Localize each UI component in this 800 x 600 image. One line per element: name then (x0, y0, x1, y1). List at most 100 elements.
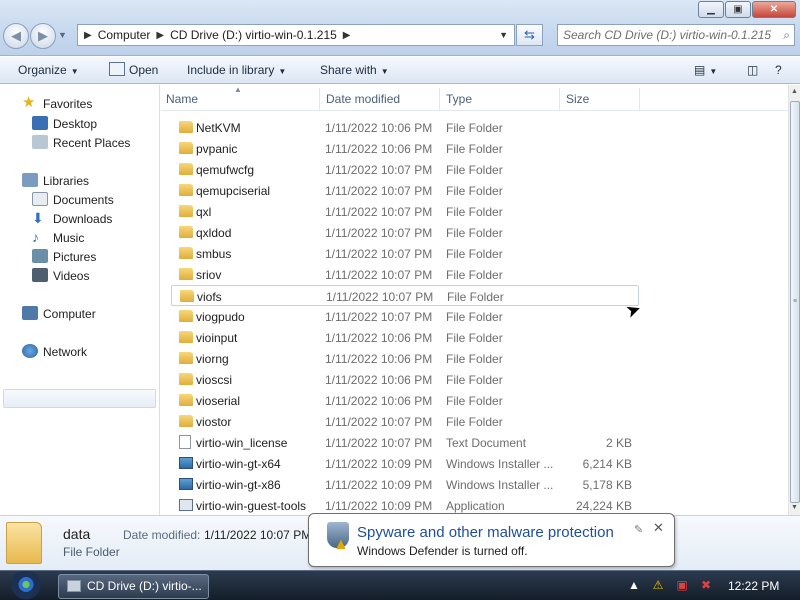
notification-balloon[interactable]: ▲ Spyware and other malware protection W… (308, 513, 675, 567)
file-list: ▲ Name Date modified Type Size NetKVM 1/1… (161, 85, 788, 515)
system-tray: ▲ ⚠ ▣ ✖ (626, 577, 714, 593)
start-button[interactable] (8, 571, 44, 600)
nav-item-downloads[interactable]: Downloads (53, 212, 112, 226)
address-bar[interactable]: ▶ Computer ▶ CD Drive (D:) virtio-win-0.… (77, 24, 515, 46)
column-divider[interactable] (559, 88, 560, 110)
help-button[interactable]: ? (775, 63, 782, 77)
close-button[interactable]: ✕ (752, 1, 796, 18)
details-date-value: 1/11/2022 10:07 PM (204, 528, 312, 542)
file-row[interactable]: pvpanic 1/11/2022 10:06 PM File Folder (171, 138, 639, 159)
column-divider[interactable] (319, 88, 320, 110)
scrollbar-thumb[interactable]: ≡ (790, 101, 800, 503)
nav-item-network[interactable]: Network (43, 345, 87, 359)
file-row[interactable]: virtio-win-guest-tools 1/11/2022 10:09 PM… (171, 495, 639, 515)
file-row[interactable]: vioscsi 1/11/2022 10:06 PM File Folder (171, 369, 639, 390)
folder-icon (179, 415, 193, 427)
show-hidden-icons-icon[interactable]: ▲ (626, 577, 642, 593)
file-date-modified: 1/11/2022 10:07 PM (325, 205, 433, 219)
details-item-name: data (63, 526, 91, 542)
views-button[interactable]: ▤ ▼ (694, 63, 717, 77)
breadcrumb-computer[interactable]: Computer (98, 28, 151, 42)
nav-item-computer[interactable]: Computer (43, 307, 96, 321)
file-name: NetKVM (196, 121, 241, 135)
file-row[interactable]: viogpudo 1/11/2022 10:07 PM File Folder (171, 306, 639, 327)
file-row[interactable]: viorng 1/11/2022 10:06 PM File Folder (171, 348, 639, 369)
file-row[interactable]: vioinput 1/11/2022 10:06 PM File Folder (171, 327, 639, 348)
file-row[interactable]: qxl 1/11/2022 10:07 PM File Folder (171, 201, 639, 222)
file-row[interactable]: qxldod 1/11/2022 10:07 PM File Folder (171, 222, 639, 243)
folder-icon (180, 290, 194, 302)
refresh-button[interactable]: ⇆ (516, 24, 543, 46)
file-name: smbus (196, 247, 232, 261)
nav-item-favorites[interactable]: Favorites (43, 97, 92, 111)
title-address-bar: ▁ ▣ ✕ ◀ ▶ ▼ ▶ Computer ▶ CD Drive (D:) v… (0, 0, 800, 56)
search-icon[interactable]: ⌕ (783, 25, 790, 45)
file-date-modified: 1/11/2022 10:09 PM (325, 478, 433, 492)
column-date-modified[interactable]: Date modified (326, 92, 400, 106)
file-row[interactable]: viofs 1/11/2022 10:07 PM File Folder (171, 285, 639, 306)
file-row[interactable]: qemufwcfg 1/11/2022 10:07 PM File Folder (171, 159, 639, 180)
back-button[interactable]: ◀ (3, 23, 29, 49)
chevron-down-icon: ▼ (70, 67, 79, 76)
balloon-close-icon[interactable]: ✕ (653, 520, 664, 536)
column-name[interactable]: Name (166, 92, 198, 106)
action-center-warning-icon[interactable]: ⚠ (650, 577, 666, 593)
column-divider[interactable] (439, 88, 440, 110)
column-header-row: ▲ Name Date modified Type Size (161, 85, 788, 111)
file-type: File Folder (446, 415, 503, 429)
folder-icon (179, 142, 193, 154)
recent-pages-dropdown-icon[interactable]: ▼ (58, 30, 67, 40)
forward-button[interactable]: ▶ (30, 23, 56, 49)
scroll-up-arrow-icon[interactable]: ▲ (789, 85, 800, 99)
breadcrumb-chevron-icon[interactable]: ▶ (343, 30, 351, 41)
network-icon (22, 344, 38, 358)
file-row[interactable]: virtio-win-gt-x64 1/11/2022 10:09 PM Windo… (171, 453, 639, 474)
nav-item-pictures[interactable]: Pictures (53, 250, 96, 264)
network-disconnected-icon[interactable]: ▣ (674, 577, 690, 593)
include-in-library-button[interactable]: Include in library ▼ (187, 63, 286, 77)
file-row[interactable]: smbus 1/11/2022 10:07 PM File Folder (171, 243, 639, 264)
file-date-modified: 1/11/2022 10:06 PM (325, 394, 433, 408)
details-date-label: Date modified: (123, 528, 201, 542)
organize-button[interactable]: Organize ▼ (18, 63, 79, 77)
file-size: 24,224 KB (575, 499, 632, 513)
file-row[interactable]: qemupciserial 1/11/2022 10:07 PM File Fold… (171, 180, 639, 201)
nav-item-desktop[interactable]: Desktop (53, 117, 97, 131)
pin-icon[interactable]: ✎ (634, 523, 643, 536)
file-name: qxldod (196, 226, 232, 240)
nav-item-documents[interactable]: Documents (53, 193, 114, 207)
share-with-button[interactable]: Share with ▼ (320, 63, 389, 77)
file-row[interactable]: sriov 1/11/2022 10:07 PM File Folder (171, 264, 639, 285)
search-input[interactable]: Search CD Drive (D:) virtio-win-0.1.215 … (557, 24, 795, 46)
nav-item-music[interactable]: Music (53, 231, 84, 245)
file-row[interactable]: NetKVM 1/11/2022 10:06 PM File Folder (171, 117, 639, 138)
folder-icon (179, 247, 193, 259)
file-row[interactable]: vioserial 1/11/2022 10:06 PM File Folder (171, 390, 639, 411)
scroll-down-arrow-icon[interactable]: ▼ (789, 501, 800, 515)
breadcrumb-cd-drive[interactable]: CD Drive (D:) virtio-win-0.1.215 (170, 28, 337, 42)
file-size: 6,214 KB (582, 457, 632, 471)
nav-item-libraries[interactable]: Libraries (43, 174, 89, 188)
clock[interactable]: 12:22 PM (728, 579, 779, 593)
volume-muted-icon[interactable]: ✖ (698, 577, 714, 593)
address-dropdown-icon[interactable]: ▼ (499, 30, 508, 40)
application-icon (179, 499, 193, 511)
column-size[interactable]: Size (566, 92, 589, 106)
maximize-button[interactable]: ▣ (725, 1, 751, 18)
nav-item-videos[interactable]: Videos (53, 269, 89, 283)
breadcrumb-chevron-icon[interactable]: ▶ (156, 30, 164, 41)
preview-pane-button[interactable]: ◫ (747, 63, 758, 77)
column-divider[interactable] (639, 88, 640, 110)
computer-root-icon: ▶ (84, 29, 92, 41)
file-size: 2 KB (605, 436, 632, 450)
file-row[interactable]: viostor 1/11/2022 10:07 PM File Folder (171, 411, 639, 432)
minimize-button[interactable]: ▁ (698, 1, 724, 18)
file-date-modified: 1/11/2022 10:06 PM (325, 373, 433, 387)
vertical-scrollbar[interactable]: ▲ ≡ ▼ (788, 85, 800, 515)
file-row[interactable]: virtio-win_license 1/11/2022 10:07 PM Text… (171, 432, 639, 453)
file-row[interactable]: virtio-win-gt-x86 1/11/2022 10:09 PM Windo… (171, 474, 639, 495)
taskbar-window-button[interactable]: CD Drive (D:) virtio-... (58, 574, 209, 599)
column-type[interactable]: Type (446, 92, 472, 106)
open-button[interactable]: Open (129, 63, 158, 77)
nav-item-recent-places[interactable]: Recent Places (53, 136, 130, 150)
